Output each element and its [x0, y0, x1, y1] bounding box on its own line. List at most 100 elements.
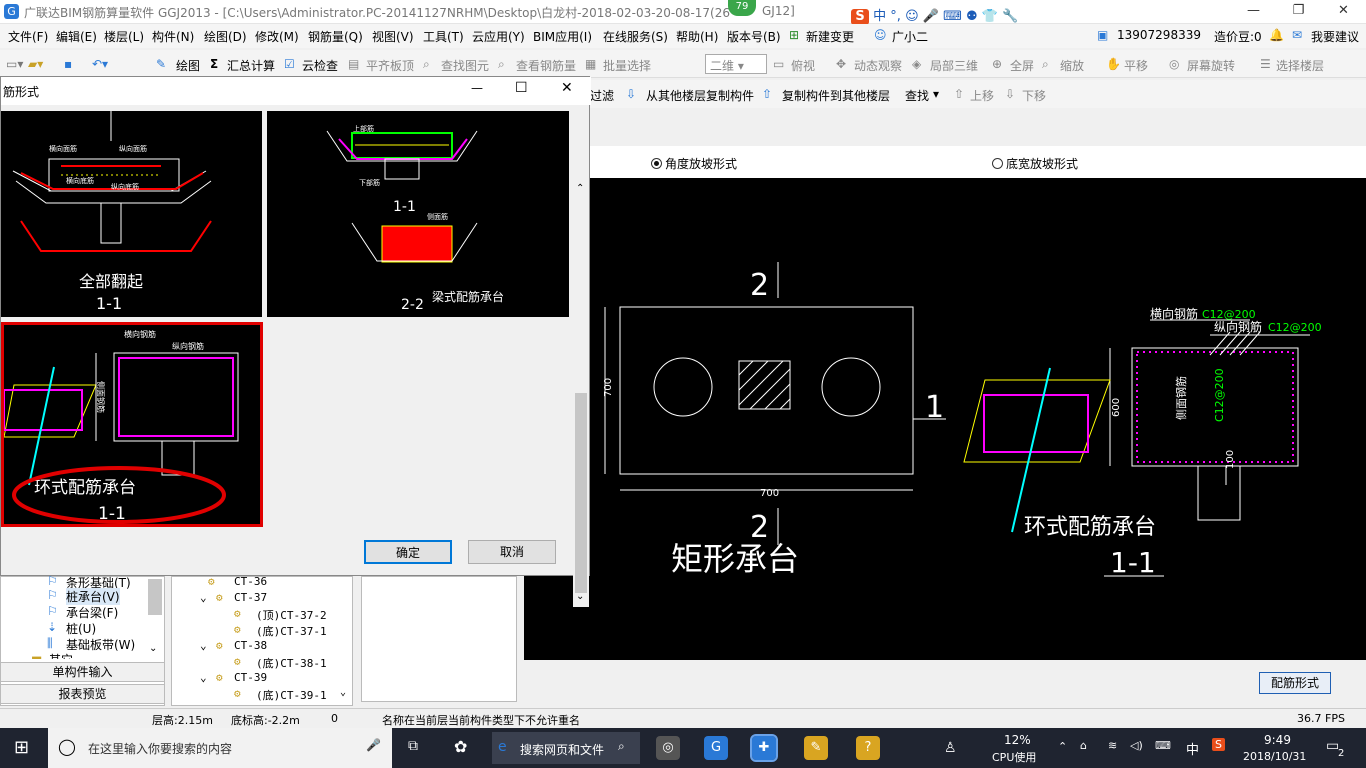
taskbar-search[interactable]: ◯ 在这里输入你要搜索的内容 🎤 [48, 728, 392, 768]
scroll-thumb[interactable] [575, 393, 587, 593]
menu-help[interactable]: 帮助(H) [676, 28, 718, 45]
ime-mic-icon[interactable]: 🎤 [923, 9, 939, 24]
menu-version[interactable]: 版本号(B) [727, 28, 781, 45]
rebar-config-button[interactable]: 配筋形式 [1259, 672, 1331, 694]
zoom-button[interactable]: 缩放 [1060, 57, 1084, 74]
wifi-icon[interactable]: ≋ [1108, 739, 1117, 752]
open-folder-icon[interactable]: ▰▾ [28, 57, 43, 71]
app-icon-help[interactable]: ? [856, 736, 880, 760]
list-item-ct38[interactable]: CT-38 [234, 639, 267, 652]
expand-icon[interactable]: ⌄ [200, 671, 207, 684]
angle-slope-radio[interactable]: 角度放坡形式 [651, 155, 737, 172]
ok-button[interactable]: 确定 [364, 540, 452, 564]
top-view-button[interactable]: 俯视 [791, 57, 815, 74]
expand-icon[interactable]: ⌄ [200, 591, 207, 604]
tree-slab-strip[interactable]: 基础板带(W) [66, 636, 135, 653]
ime-users-icon[interactable]: ⚉ [966, 9, 978, 24]
tree-other[interactable]: 其它 [49, 651, 73, 659]
form-option-beam[interactable]: 上部筋 下部筋 侧面筋 1-1 2-2 梁式配筋承台 [267, 111, 569, 317]
tray-expand-icon[interactable]: ⌃ [1058, 740, 1067, 753]
menu-edit[interactable]: 编辑(E) [56, 28, 97, 45]
volume-icon[interactable]: ◁) [1130, 739, 1143, 752]
app-icon-notes[interactable]: ✎ [804, 736, 828, 760]
ime-tool-icon[interactable]: 🔧 [1002, 9, 1018, 24]
pinwheel-icon[interactable]: ✿ [454, 737, 467, 756]
menu-component[interactable]: 构件(N) [152, 28, 194, 45]
menu-floor[interactable]: 楼层(L) [104, 28, 144, 45]
menu-file[interactable]: 文件(F) [8, 28, 48, 45]
list-item-ct36[interactable]: CT-36 [234, 575, 267, 588]
save-icon[interactable]: ▪ [64, 57, 72, 71]
sogou-tray-icon[interactable]: S [1212, 738, 1225, 751]
menu-tools[interactable]: 工具(T) [423, 28, 464, 45]
undo-icon[interactable]: ↶▾ [92, 57, 108, 71]
copy-to-floor-button[interactable]: 复制构件到其他楼层 [782, 87, 890, 104]
scroll-down-icon[interactable]: ⌄ [149, 643, 157, 654]
ime-skin-icon[interactable]: 👕 [982, 9, 998, 24]
dialog-close-button[interactable]: ✕ [561, 80, 573, 96]
ime-punct-icon[interactable]: °, [890, 9, 901, 24]
app-icon-circle[interactable]: ◎ [656, 736, 680, 760]
sum-button[interactable]: 汇总计算 [227, 57, 275, 74]
cancel-button[interactable]: 取消 [468, 540, 556, 564]
dynamic-view-button[interactable]: 动态观察 [854, 57, 902, 74]
fullscreen-button[interactable]: 全屏 [1010, 57, 1034, 74]
pan-button[interactable]: 平移 [1124, 57, 1148, 74]
find-dropdown-icon[interactable]: ▾ [933, 87, 939, 101]
ime-keyboard-icon[interactable]: ⌨ [943, 9, 962, 24]
copy-from-floor-button[interactable]: 从其他楼层复制构件 [646, 87, 754, 104]
view-mode-select[interactable]: 二维 ▾ [705, 54, 767, 74]
keyboard-icon[interactable]: ⌨ [1155, 739, 1171, 752]
clock-time[interactable]: 9:49 [1264, 733, 1291, 747]
list-item-ct37-2[interactable]: (顶)CT-37-2 [256, 607, 327, 623]
list-item-ct39[interactable]: CT-39 [234, 671, 267, 684]
ime-indicator[interactable]: 中 [1186, 739, 1199, 758]
user-phone[interactable]: 13907298339 [1117, 28, 1201, 42]
clock-date[interactable]: 2018/10/31 [1243, 750, 1306, 763]
tree-pile[interactable]: 桩(U) [66, 620, 96, 637]
cloud-check-button[interactable]: 云检查 [302, 57, 338, 74]
browser-search-box[interactable]: e 搜索网页和文件 ⌕ [492, 732, 640, 764]
tree-scrollbar[interactable] [148, 579, 162, 615]
ime-lang[interactable]: 中 [873, 9, 886, 24]
close-button[interactable]: ✕ [1321, 0, 1366, 24]
report-preview-button[interactable]: 报表预览 [0, 684, 165, 704]
tree-pile-cap[interactable]: 桩承台(V) [66, 588, 120, 605]
single-input-button[interactable]: 单构件输入 [0, 662, 165, 682]
batch-select-button[interactable]: 批量选择 [603, 57, 651, 74]
menu-bim[interactable]: BIM应用(I) [533, 28, 592, 45]
dialog-scrollbar[interactable]: ⌃ ⌄ [573, 183, 589, 607]
tree-cap-beam[interactable]: 承台梁(F) [66, 604, 118, 621]
menu-view[interactable]: 视图(V) [372, 28, 414, 45]
menu-modify[interactable]: 修改(M) [255, 28, 299, 45]
align-slab-top-button[interactable]: 平齐板顶 [366, 57, 414, 74]
scroll-up-icon[interactable]: ⌃ [576, 183, 584, 194]
microphone-icon[interactable]: 🎤 [366, 738, 381, 752]
network-icon[interactable]: ⌂ [1080, 739, 1087, 752]
list-item-ct38-1[interactable]: (底)CT-38-1 [256, 655, 327, 671]
menu-draw[interactable]: 绘图(D) [204, 28, 247, 45]
windows-start-icon[interactable]: ⊞ [14, 737, 29, 758]
expand-icon[interactable]: ⌄ [200, 639, 207, 652]
local-3d-button[interactable]: 局部三维 [930, 57, 978, 74]
scroll-down-icon[interactable]: ⌄ [576, 591, 584, 602]
sogou-icon[interactable]: S [851, 9, 869, 25]
new-file-icon[interactable]: ▭▾ [6, 57, 23, 71]
menu-assistant[interactable]: 广小二 [892, 28, 928, 45]
menu-online[interactable]: 在线服务(S) [603, 28, 668, 45]
bell-icon[interactable]: 🔔 [1269, 28, 1284, 42]
list-item-ct37-1[interactable]: (底)CT-37-1 [256, 623, 327, 639]
view-rebar-button[interactable]: 查看钢筋量 [516, 57, 576, 74]
menu-rebar[interactable]: 钢筋量(Q) [308, 28, 363, 45]
find-element-button[interactable]: 查找图元 [441, 57, 489, 74]
form-option-ring[interactable]: 横向钢筋 纵向钢筋 侧面钢筋 环式配筋承台 1-1 [1, 322, 263, 527]
notification-badge[interactable]: 79 [728, 0, 756, 16]
find-button[interactable]: 查找 [905, 87, 929, 104]
move-down-button[interactable]: 下移 [1022, 87, 1046, 104]
move-up-button[interactable]: 上移 [970, 87, 994, 104]
list-item-ct39-1[interactable]: (底)CT-39-1 [256, 687, 327, 703]
ime-emoji-icon[interactable]: ☺ [905, 9, 919, 24]
minimize-button[interactable]: — [1231, 0, 1276, 24]
rotate-button[interactable]: 屏幕旋转 [1187, 57, 1235, 74]
ime-toolbar[interactable]: S 中 °, ☺ 🎤 ⌨ ⚉ 👕 🔧 [851, 5, 1018, 25]
